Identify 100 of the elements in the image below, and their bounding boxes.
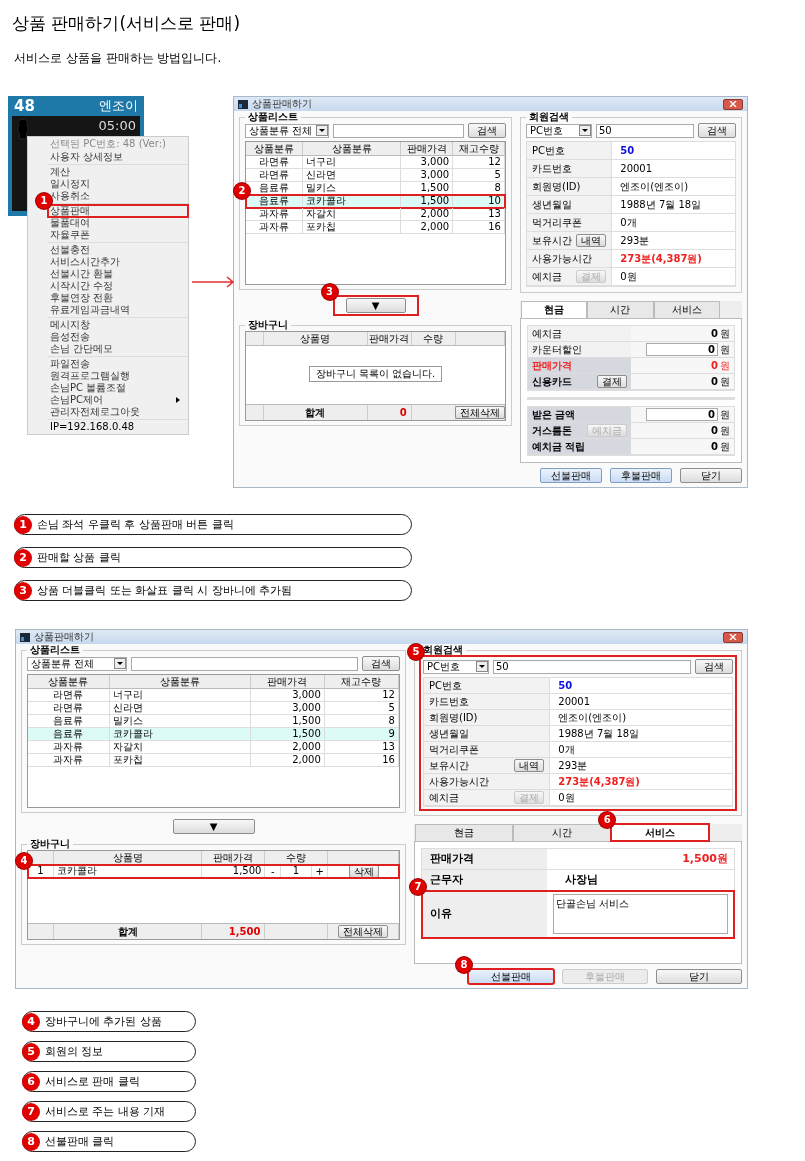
table-cell: 라면류 xyxy=(246,169,303,181)
amount-value: 0 xyxy=(711,440,718,453)
step-marker: 5 xyxy=(408,644,424,660)
field-label: 예치금 xyxy=(532,270,562,283)
table-cell: 너구리 xyxy=(302,156,402,168)
currency-unit: 원 xyxy=(720,440,730,453)
step-marker: 2 xyxy=(234,183,250,199)
column-header: 상품분류 xyxy=(28,675,110,689)
amount-value: 0 xyxy=(711,424,718,437)
group-title: 상품리스트 xyxy=(29,644,81,656)
pc-number: 48 xyxy=(14,96,35,116)
group-title: 장바구니 xyxy=(247,319,289,331)
currency-unit: 원 xyxy=(720,375,730,388)
table-cell: 신라면 xyxy=(302,169,402,181)
table-cell: 과자류 xyxy=(28,741,110,753)
table-cell: 포카칩 xyxy=(109,754,251,766)
currency-unit: 원 xyxy=(720,359,730,372)
currency-unit: 원 xyxy=(720,424,730,437)
step-marker: 1 xyxy=(36,193,52,209)
page-title: 상품 판매하기(서비스로 판매) xyxy=(12,12,242,34)
table-cell: 5 xyxy=(324,702,399,714)
table-cell: 1,500 xyxy=(401,195,454,207)
window-title: 상품판매하기 xyxy=(252,98,313,110)
quantity-value: 1 xyxy=(280,865,312,878)
field-value: 293분 xyxy=(558,759,588,772)
field-value: 0원 xyxy=(620,270,637,283)
total-amount: 0 xyxy=(399,406,407,420)
field-label: 예치금 xyxy=(429,791,459,804)
column-header: 수량 xyxy=(265,851,329,865)
table-cell: 라면류 xyxy=(28,689,110,701)
field-label: PC번호 xyxy=(429,679,462,692)
total-label: 합계 xyxy=(117,925,138,939)
table-cell: 2,000 xyxy=(401,221,454,233)
table-cell: 10 xyxy=(453,195,505,207)
field-label: 카드번호 xyxy=(532,162,572,175)
field-label: 먹거리쿠폰 xyxy=(532,216,582,229)
step-text: 상품 더블클릭 또는 화살표 클릭 시 장바니에 추가됨 xyxy=(37,583,293,598)
table-cell: 13 xyxy=(453,208,505,220)
field-value: 50 xyxy=(620,144,635,157)
table-cell: 5 xyxy=(453,169,505,181)
field-value: 1988년 7월 18일 xyxy=(620,198,702,211)
table-cell: 2,000 xyxy=(401,208,454,220)
field-value: 1,500원 xyxy=(681,853,728,865)
currency-unit: 원 xyxy=(720,327,730,340)
field-value: 1988년 7월 18일 xyxy=(558,727,640,740)
table-cell: 9 xyxy=(324,728,399,740)
field-value: 273분(4,387원) xyxy=(620,252,702,265)
field-value: 엔조이(엔조이) xyxy=(558,711,627,724)
field-value: 0원 xyxy=(558,791,575,804)
column-header: 판매가격 xyxy=(367,332,412,346)
step-text: 선불판매 클릭 xyxy=(45,1134,115,1149)
table-cell: 8 xyxy=(324,715,399,727)
group-title: 회원검색 xyxy=(528,111,570,123)
table-cell: 3,000 xyxy=(250,689,325,701)
column-header: 판매가격 xyxy=(202,851,266,865)
table-cell: 2,000 xyxy=(250,741,325,753)
field-value: 20001 xyxy=(620,162,653,175)
table-cell: 과자류 xyxy=(28,754,110,766)
step-marker: 8 xyxy=(22,1132,40,1151)
field-label: 근무자 xyxy=(430,874,463,886)
field-label: 사용가능시간 xyxy=(532,252,592,265)
group-title: 상품리스트 xyxy=(247,111,299,123)
table-cell: 코카콜라 xyxy=(53,865,203,878)
step-marker: 4 xyxy=(16,853,32,869)
column-header: 판매가격 xyxy=(401,142,454,156)
table-cell: 자갈치 xyxy=(109,741,251,753)
column-header: 상품분류 xyxy=(302,142,402,156)
table-cell: 1,500 xyxy=(250,728,325,740)
field-label: 카운터할인 xyxy=(532,343,582,356)
column-header: 상품명 xyxy=(53,851,203,865)
total-amount: 1,500 xyxy=(228,925,261,939)
field-value: 사장님 xyxy=(563,874,599,886)
field-value: 273분(4,387원) xyxy=(558,775,640,788)
table-cell: 코카콜라 xyxy=(109,728,251,740)
field-label: 받은 금액 xyxy=(532,408,576,421)
field-label: 거스름돈 xyxy=(532,424,572,437)
column-header: 상품분류 xyxy=(109,675,251,689)
table-cell: 자갈치 xyxy=(302,208,402,220)
field-label: 회원명(ID) xyxy=(429,711,478,724)
field-label: 보유시간 xyxy=(429,759,469,772)
field-label: 생년월일 xyxy=(532,198,572,211)
table-cell: 3,000 xyxy=(401,156,454,168)
column-header: 상품명 xyxy=(264,332,368,346)
currency-unit: 원 xyxy=(720,408,730,421)
table-cell: 포카칩 xyxy=(302,221,402,233)
intro-text: 서비스로 상품을 판매하는 방법입니다. xyxy=(14,50,223,66)
field-label: 판매가격 xyxy=(532,359,572,372)
table-cell: 1,500 xyxy=(202,865,266,878)
column-header: 재고수량 xyxy=(453,142,505,156)
table-cell: 신라면 xyxy=(109,702,251,714)
column-header: 수량 xyxy=(411,332,456,346)
table-cell: 음료류 xyxy=(28,715,110,727)
time-remaining: 05:00 xyxy=(98,118,136,134)
table-cell: 코카콜라 xyxy=(302,195,402,207)
table-cell: 16 xyxy=(324,754,399,766)
step-marker: 5 xyxy=(22,1042,40,1061)
amount-value: 0 xyxy=(711,375,718,388)
column-header: 상품분류 xyxy=(246,142,303,156)
table-cell: 라면류 xyxy=(28,702,110,714)
table-cell: 2,000 xyxy=(250,754,325,766)
